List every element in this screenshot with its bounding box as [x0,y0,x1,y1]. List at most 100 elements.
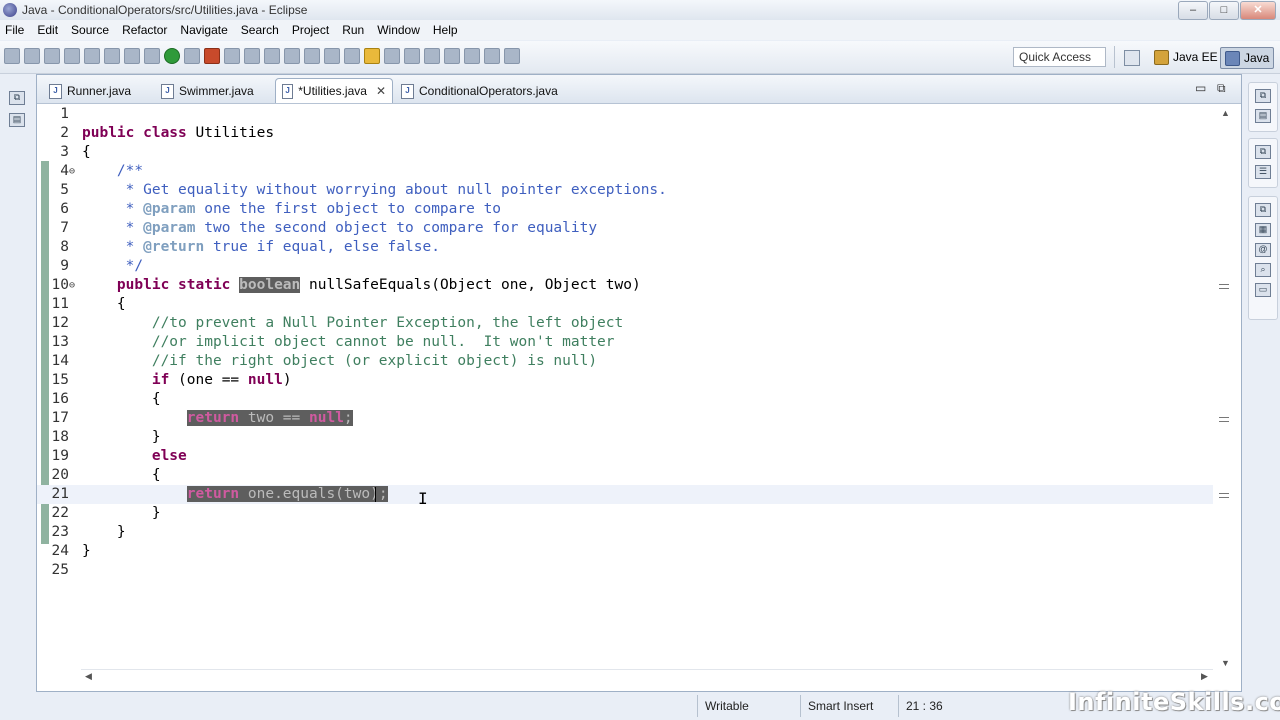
close-button[interactable]: ✕ [1240,1,1276,20]
code-text: { [82,467,161,483]
comment-text: //if the right object (or explicit objec… [82,353,598,369]
code-line: 10 ⊖ public static boolean nullSafeEquals… [37,276,1213,295]
title-bar: Java - ConditionalOperators/src/Utilitie… [0,0,1280,21]
tab-label: *Utilities.java [298,84,367,98]
new-package-icon[interactable] [244,48,260,64]
last-edit-location-icon[interactable] [464,48,480,64]
run-icon[interactable] [164,48,180,64]
line-number: 7 [60,220,69,236]
scroll-up-icon[interactable]: ▲ [1221,108,1230,118]
menu-help[interactable]: Help [433,23,458,37]
new-java-project-icon[interactable] [224,48,240,64]
code-text: { [82,296,126,312]
line-number: 6 [60,201,69,217]
line-number: 1 [60,106,69,122]
restore-icon[interactable]: ⧉ [1255,145,1271,159]
code-text: } [82,524,126,540]
menu-navigate[interactable]: Navigate [180,23,227,37]
javadoc-desc: true if equal, else false. [204,239,440,255]
mark-occurrences-icon[interactable] [364,48,380,64]
maximize-editor-icon[interactable]: ⧉ [1217,81,1226,96]
save-icon[interactable] [24,48,40,64]
tab-runner[interactable]: J Runner.java [43,79,137,103]
tab-utilities[interactable]: J *Utilities.java ✕ [275,78,393,103]
horizontal-scrollbar[interactable]: ◀ ▶ [81,669,1213,686]
restore-icon[interactable]: ⧉ [9,91,25,105]
minimize-editor-icon[interactable]: ▭ [1195,81,1206,95]
java-ee-perspective-icon [1154,49,1169,65]
code-line: 1 [37,105,1213,124]
save-all-icon[interactable] [44,48,60,64]
restore-icon[interactable]: ⧉ [1255,203,1271,217]
coverage-icon[interactable] [184,48,200,64]
code-line: 8 * @return true if equal, else false. [37,238,1213,257]
keyword: return [186,410,240,426]
forward-icon[interactable] [504,48,520,64]
package-explorer-icon[interactable]: ▤ [9,113,25,127]
keyword: return [186,486,240,502]
overview-ruler-mark[interactable] [1219,284,1229,289]
outline-icon[interactable]: ☰ [1255,165,1271,179]
overview-ruler-mark[interactable] [1219,417,1229,422]
quick-access-input[interactable]: Quick Access [1013,47,1106,67]
menu-search[interactable]: Search [241,23,279,37]
line-number: 20 [51,467,69,483]
print-icon[interactable] [64,48,80,64]
minimize-button[interactable]: – [1178,1,1208,20]
tab-swimmer[interactable]: J Swimmer.java [155,79,260,103]
maximize-button[interactable]: □ [1209,1,1239,20]
line-number: 9 [60,258,69,274]
line-number: 24 [51,543,69,559]
perspective-java[interactable]: Java [1220,47,1275,69]
overview-ruler-mark[interactable] [1219,493,1229,498]
block-selection-icon[interactable] [404,48,420,64]
search-icon[interactable] [304,48,320,64]
code-line: 13 //or implicit object cannot be null. … [37,333,1213,352]
fold-collapse-icon[interactable]: ⊖ [69,162,75,181]
new-icon[interactable] [4,48,20,64]
menu-file[interactable]: File [5,23,24,37]
code-editor[interactable]: 1 2 public class Utilities 3{ 4 ⊖ /** 5 * … [37,104,1213,669]
external-tools-icon[interactable] [204,48,220,64]
code-text: if (one == null) [82,371,292,390]
declaration-icon[interactable]: ⌕ [1255,263,1271,277]
toggle-mark-icon[interactable] [84,48,100,64]
new-class-icon[interactable] [264,48,280,64]
next-annotation-icon[interactable] [424,48,440,64]
server-icon[interactable] [124,48,140,64]
scroll-left-icon[interactable]: ◀ [85,671,92,682]
fold-collapse-icon[interactable]: ⊖ [69,276,75,295]
vertical-scrollbar[interactable]: ▲ ▼ [1213,104,1241,669]
menu-window[interactable]: Window [377,23,420,37]
close-tab-icon[interactable]: ✕ [376,84,386,98]
menu-run[interactable]: Run [342,23,364,37]
debug-icon[interactable] [144,48,160,64]
toggle-breadcrumb-icon[interactable] [344,48,360,64]
javadoc-icon[interactable]: @ [1255,243,1271,257]
previous-annotation-icon[interactable] [444,48,460,64]
scroll-right-icon[interactable]: ▶ [1201,671,1208,682]
menu-source[interactable]: Source [71,23,109,37]
code-line: 15 if (one == null) [37,371,1213,390]
selected-code: return one.equals(two); [186,486,388,502]
perspective-java-ee[interactable]: Java EE [1150,47,1222,67]
open-type-icon[interactable] [284,48,300,64]
open-task-icon[interactable] [324,48,340,64]
tab-conditional-operators[interactable]: J ConditionalOperators.java [395,79,564,103]
keyword: public class [82,125,187,141]
console-icon[interactable]: ▭ [1255,283,1271,297]
restore-icon[interactable]: ⧉ [1255,89,1271,103]
problems-icon[interactable]: ▦ [1255,223,1271,237]
menu-refactor[interactable]: Refactor [122,23,167,37]
java-perspective-icon [1225,50,1240,66]
back-icon[interactable] [484,48,500,64]
scroll-down-icon[interactable]: ▼ [1221,658,1230,668]
menu-edit[interactable]: Edit [37,23,58,37]
show-whitespace-icon[interactable] [384,48,400,64]
menu-project[interactable]: Project [292,23,329,37]
task-list-icon[interactable]: ▤ [1255,109,1271,123]
skip-breakpoints-icon[interactable] [104,48,120,64]
punctuation: ) [282,372,292,388]
open-perspective-icon[interactable] [1124,50,1140,66]
